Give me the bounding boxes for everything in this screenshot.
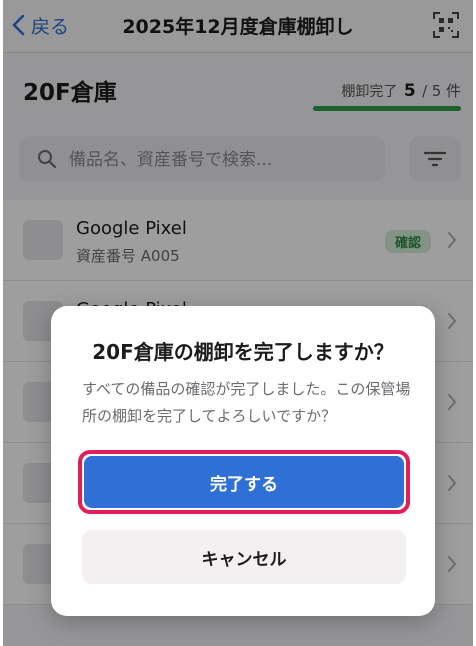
confirm-dialog: 20F倉庫の棚卸を完了しますか？ すべての備品の確認が完了しました。この保管場所… — [51, 306, 435, 616]
dialog-message: すべての備品の確認が完了しました。この保管場所の棚卸を完了してよろしいですか？ — [82, 380, 411, 425]
cancel-button[interactable]: キャンセル — [82, 530, 406, 584]
app-screen: 戻る 2025年12月度倉庫棚卸し 20F倉庫 棚卸完了 5 / 5 件 Goo… — [3, 0, 473, 646]
dialog-title: 20F倉庫の棚卸を完了しますか？ — [92, 340, 394, 364]
complete-button[interactable]: 完了する — [84, 456, 404, 508]
